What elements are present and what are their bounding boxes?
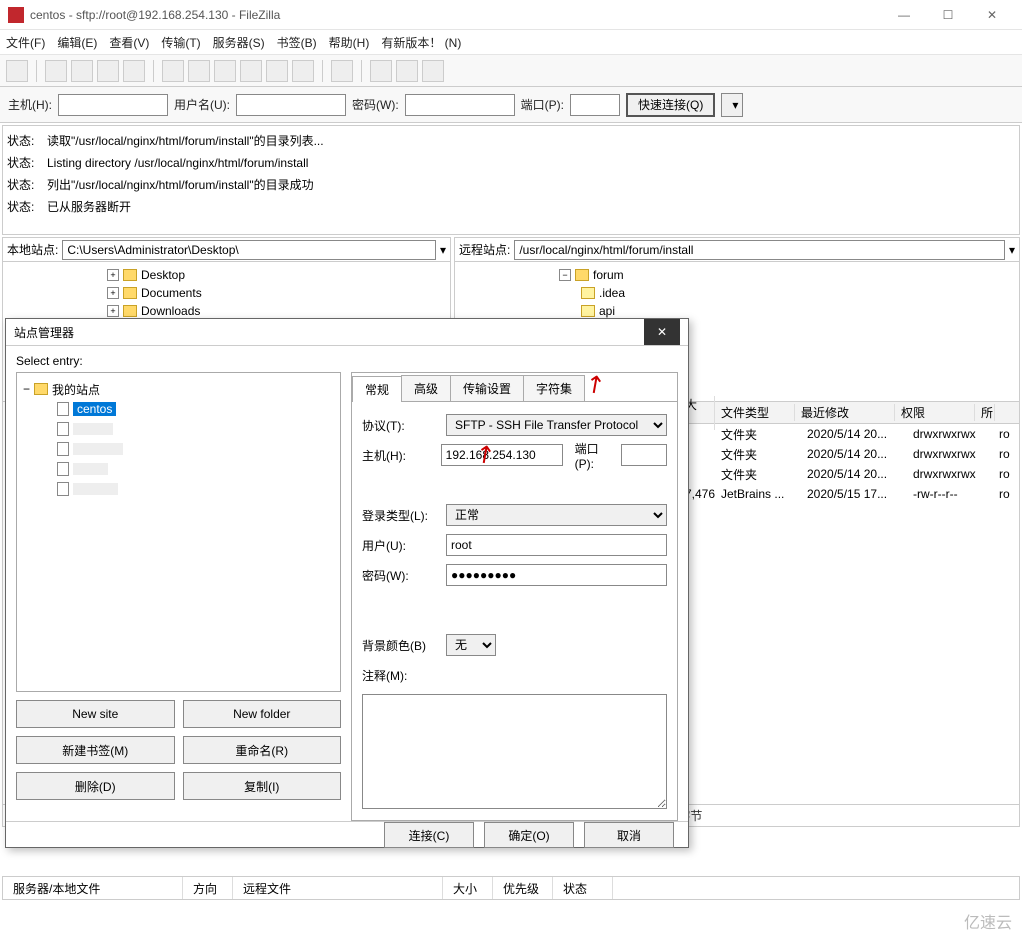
remote-path-input[interactable]	[514, 240, 1005, 260]
pass-input[interactable]	[405, 94, 515, 116]
login-type-select[interactable]: 正常	[446, 504, 667, 526]
toolbar-icon[interactable]	[292, 60, 314, 82]
dialog-close-button[interactable]: ✕	[644, 319, 680, 345]
rename-button[interactable]: 重命名(R)	[183, 736, 342, 764]
local-path-input[interactable]	[62, 240, 436, 260]
tab-advanced[interactable]: 高级	[401, 375, 451, 401]
folder-icon	[123, 287, 137, 299]
log-pane: 状态:读取"/usr/local/nginx/html/forum/instal…	[2, 125, 1020, 235]
folder-icon	[581, 305, 595, 317]
menu-newversion[interactable]: 有新版本！ (N)	[381, 34, 461, 51]
bg-color-select[interactable]: 无	[446, 634, 496, 656]
copy-button[interactable]: 复制(I)	[183, 772, 342, 800]
sm-port-input[interactable]	[621, 444, 667, 466]
menu-bookmarks[interactable]: 书签(B)	[277, 34, 317, 51]
local-site-label: 本地站点:	[7, 241, 58, 258]
expand-icon[interactable]: −	[23, 382, 30, 396]
port-label: 端口(P):	[521, 96, 564, 113]
folder-icon	[123, 269, 137, 281]
menu-view[interactable]: 查看(V)	[109, 34, 149, 51]
menu-file[interactable]: 文件(F)	[6, 34, 45, 51]
sm-user-input[interactable]	[446, 534, 667, 556]
site-icon	[57, 402, 69, 416]
folder-icon	[581, 287, 595, 299]
site-icon	[57, 462, 69, 476]
site-entry-centos[interactable]: centos	[73, 402, 116, 416]
sm-pass-input[interactable]	[446, 564, 667, 586]
toolbar-disconnect-icon[interactable]	[240, 60, 262, 82]
close-button[interactable]: ✕	[970, 1, 1014, 29]
folder-icon	[123, 305, 137, 317]
site-manager-dialog: 站点管理器 ✕ Select entry: −我的站点 centos New s…	[5, 318, 689, 848]
sm-host-input[interactable]	[441, 444, 563, 466]
minimize-button[interactable]: —	[882, 1, 926, 29]
cancel-button[interactable]: 取消	[584, 822, 674, 848]
toolbar-icon[interactable]	[71, 60, 93, 82]
expand-icon[interactable]: −	[559, 269, 571, 281]
folder-icon	[34, 383, 48, 395]
menu-server[interactable]: 服务器(S)	[213, 34, 265, 51]
delete-button[interactable]: 删除(D)	[16, 772, 175, 800]
expand-icon[interactable]: +	[107, 305, 119, 317]
app-icon	[8, 7, 24, 23]
queue-header: 服务器/本地文件 方向 远程文件 大小 优先级 状态	[2, 876, 1020, 900]
new-bookmark-button[interactable]: 新建书签(M)	[16, 736, 175, 764]
toolbar-icon[interactable]	[266, 60, 288, 82]
dialog-title: 站点管理器	[14, 324, 74, 341]
quickconnect-bar: 主机(H): 用户名(U): 密码(W): 端口(P): 快速连接(Q) ▾	[0, 87, 1022, 123]
port-input[interactable]	[570, 94, 620, 116]
toolbar-icon[interactable]	[45, 60, 67, 82]
quickconnect-dropdown[interactable]: ▾	[721, 93, 743, 117]
window-title: centos - sftp://root@192.168.254.130 - F…	[30, 8, 882, 22]
remote-site-label: 远程站点:	[459, 241, 510, 258]
site-form: 常规 高级 传输设置 字符集 协议(T): SFTP - SSH File Tr…	[351, 372, 678, 821]
toolbar-cancel-icon[interactable]	[214, 60, 236, 82]
new-site-button[interactable]: New site	[16, 700, 175, 728]
watermark: 亿速云	[964, 909, 1012, 933]
menu-bar: 文件(F) 编辑(E) 查看(V) 传输(T) 服务器(S) 书签(B) 帮助(…	[0, 30, 1022, 55]
tab-charset[interactable]: 字符集	[523, 375, 585, 401]
connect-button[interactable]: 连接(C)	[384, 822, 474, 848]
tab-transfer[interactable]: 传输设置	[450, 375, 524, 401]
expand-icon[interactable]: +	[107, 269, 119, 281]
ok-button[interactable]: 确定(O)	[484, 822, 574, 848]
pass-label: 密码(W):	[352, 96, 399, 113]
new-folder-button[interactable]: New folder	[183, 700, 342, 728]
maximize-button[interactable]: ☐	[926, 1, 970, 29]
toolbar-binoculars-icon[interactable]	[422, 60, 444, 82]
toolbar	[0, 55, 1022, 87]
chevron-down-icon[interactable]: ▾	[1009, 243, 1015, 257]
toolbar-refresh-icon[interactable]	[162, 60, 184, 82]
toolbar-icon[interactable]	[396, 60, 418, 82]
toolbar-icon[interactable]	[331, 60, 353, 82]
folder-icon	[575, 269, 589, 281]
expand-icon[interactable]: +	[107, 287, 119, 299]
site-tree[interactable]: −我的站点 centos	[16, 372, 341, 692]
tab-general[interactable]: 常规	[352, 376, 402, 402]
menu-help[interactable]: 帮助(H)	[329, 34, 370, 51]
toolbar-search-icon[interactable]	[370, 60, 392, 82]
toolbar-icon[interactable]	[123, 60, 145, 82]
user-input[interactable]	[236, 94, 346, 116]
site-icon	[57, 482, 69, 496]
protocol-select[interactable]: SFTP - SSH File Transfer Protocol	[446, 414, 667, 436]
menu-edit[interactable]: 编辑(E)	[57, 34, 97, 51]
chevron-down-icon[interactable]: ▾	[440, 243, 446, 257]
host-label: 主机(H):	[8, 96, 52, 113]
quickconnect-button[interactable]: 快速连接(Q)	[626, 93, 715, 117]
host-input[interactable]	[58, 94, 168, 116]
site-icon	[57, 442, 69, 456]
user-label: 用户名(U):	[174, 96, 230, 113]
title-bar: centos - sftp://root@192.168.254.130 - F…	[0, 0, 1022, 30]
comment-textarea[interactable]	[362, 694, 667, 809]
toolbar-sitemanager-icon[interactable]	[6, 60, 28, 82]
toolbar-icon[interactable]	[97, 60, 119, 82]
site-icon	[57, 422, 69, 436]
toolbar-icon[interactable]	[188, 60, 210, 82]
menu-transfer[interactable]: 传输(T)	[161, 34, 200, 51]
select-entry-label: Select entry:	[6, 346, 688, 372]
